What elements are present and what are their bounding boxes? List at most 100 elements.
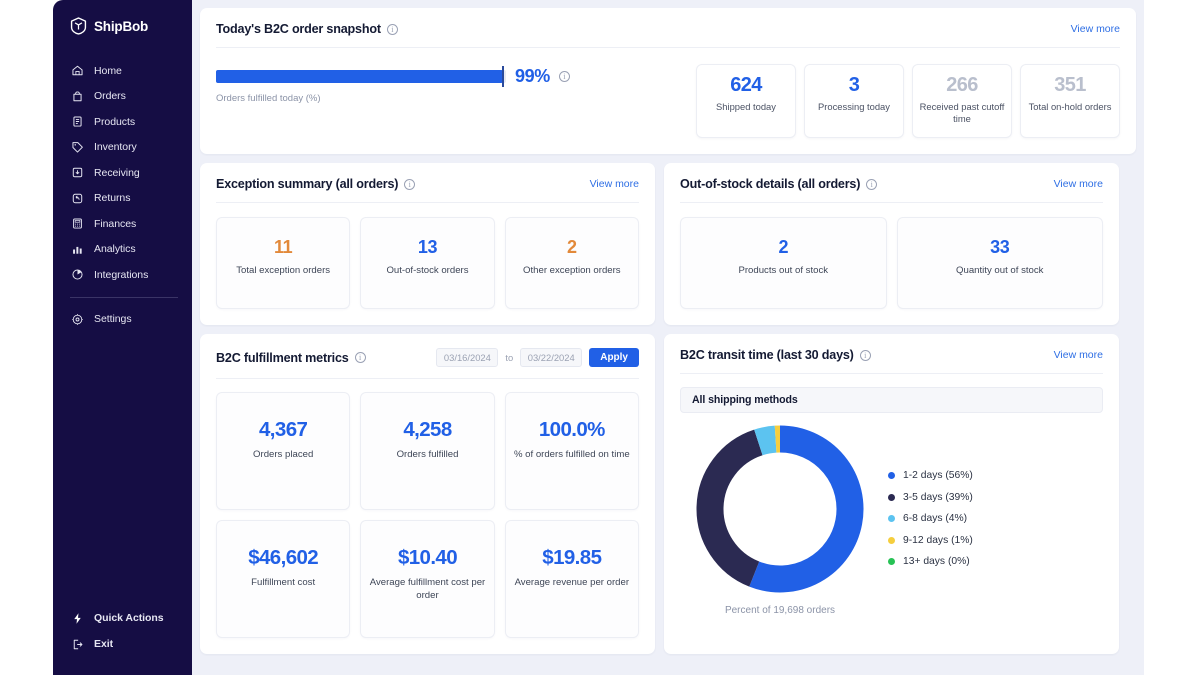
metric-label: % of orders fulfilled on time <box>513 448 630 460</box>
donut-slice[interactable] <box>754 426 777 456</box>
exception-card-out-of-stock[interactable]: 13 Out-of-stock orders <box>360 217 495 310</box>
document-list-icon <box>73 116 82 127</box>
out-of-stock-card-quantity[interactable]: 33 Quantity out of stock <box>896 217 1103 310</box>
legend-label: 13+ days (0%) <box>903 556 970 568</box>
snapshot-view-more-link[interactable]: View more <box>1071 23 1120 35</box>
date-from-input[interactable]: 03/16/2024 <box>436 348 499 368</box>
snapshot-stat-strip: 624 Shipped today 3 Processing today 266… <box>696 62 1120 139</box>
panel-title: Out-of-stock details (all orders) <box>680 177 861 192</box>
sidebar-item-label: Integrations <box>94 268 149 281</box>
stat-card-received-past-cutoff[interactable]: 266 Received past cutoff time <box>912 64 1012 139</box>
legend-item[interactable]: 3-5 days (39%) <box>888 492 973 503</box>
legend-item[interactable]: 13+ days (0%) <box>888 556 973 567</box>
metric-value: $46,602 <box>248 546 319 570</box>
card-label: Other exception orders <box>523 265 621 277</box>
stat-value: 351 <box>1054 74 1086 96</box>
sidebar-item-label: Returns <box>94 192 131 205</box>
sidebar-item-label: Analytics <box>94 243 136 256</box>
metric-card-avg-revenue-per-order[interactable]: $19.85 Average revenue per order <box>504 520 639 639</box>
metric-card-fulfillment-cost[interactable]: $46,602 Fulfillment cost <box>216 520 351 639</box>
card-label: Products out of stock <box>738 265 829 277</box>
info-icon[interactable]: i <box>354 352 366 364</box>
metric-label: Orders placed <box>253 448 314 460</box>
metric-card-orders-fulfilled[interactable]: 4,258 Orders fulfilled <box>360 392 495 511</box>
info-icon[interactable]: i <box>558 71 570 82</box>
shipping-method-select[interactable]: All shipping methods <box>680 387 1103 414</box>
donut-legend: 1-2 days (56%) 3-5 days (39%) 6-8 days (4%… <box>880 470 973 567</box>
info-icon[interactable]: i <box>859 349 871 361</box>
exception-summary-panel: Exception summary (all orders) i View mo… <box>200 163 655 326</box>
card-value: 2 <box>778 237 789 258</box>
sidebar-item-label: Finances <box>94 217 137 230</box>
metric-value: $10.40 <box>397 546 458 570</box>
legend-label: 6-8 days (4%) <box>903 513 968 525</box>
sidebar: ShipBob Home Orders Products Inventory R… <box>53 0 192 675</box>
sidebar-item-exit[interactable]: Exit <box>53 631 192 657</box>
transit-time-chart-area: Percent of 19,698 orders 1-2 days (56%) 3… <box>680 413 1103 616</box>
sidebar-item-receiving[interactable]: Receiving <box>53 160 192 186</box>
legend-label: 1-2 days (56%) <box>903 470 973 482</box>
sidebar-item-products[interactable]: Products <box>53 109 192 135</box>
exception-cards: 11 Total exception orders 13 Out-of-stoc… <box>216 203 639 310</box>
info-icon[interactable]: i <box>386 23 398 35</box>
transit-view-more-link[interactable]: View more <box>1054 349 1103 361</box>
bag-icon <box>73 91 82 101</box>
info-icon[interactable]: i <box>404 178 416 190</box>
legend-label: 9-12 days (1%) <box>903 534 973 546</box>
card-value: 33 <box>990 237 1010 258</box>
sidebar-item-settings[interactable]: Settings <box>53 307 192 333</box>
second-row: Exception summary (all orders) i View mo… <box>200 163 1136 326</box>
sidebar-item-inventory[interactable]: Inventory <box>53 135 192 161</box>
info-icon[interactable]: i <box>866 178 878 190</box>
metric-value: 100.0% <box>538 418 606 442</box>
sidebar-item-label: Quick Actions <box>94 612 164 624</box>
out-of-stock-view-more-link[interactable]: View more <box>1054 178 1103 190</box>
sidebar-item-analytics[interactable]: Analytics <box>53 237 192 263</box>
fulfillment-metrics-header: B2C fulfillment metrics i 03/16/2024 to … <box>216 348 639 380</box>
shipbob-shield-icon <box>70 17 87 35</box>
sidebar-item-label: Receiving <box>94 166 140 179</box>
legend-item[interactable]: 1-2 days (56%) <box>888 470 973 481</box>
metric-value: $19.85 <box>542 546 602 570</box>
gear-icon <box>72 313 83 325</box>
sidebar-item-integrations[interactable]: Integrations <box>53 262 192 288</box>
legend-item[interactable]: 9-12 days (1%) <box>888 535 973 546</box>
sidebar-item-label: Home <box>94 64 122 77</box>
legend-item[interactable]: 6-8 days (4%) <box>888 513 973 524</box>
sidebar-bottom-nav: Quick Actions Exit <box>53 605 192 675</box>
metric-card-orders-placed[interactable]: 4,367 Orders placed <box>216 392 351 511</box>
sidebar-item-orders[interactable]: Orders <box>53 84 192 110</box>
pie-slice-icon <box>72 269 83 280</box>
exception-card-other[interactable]: 2 Other exception orders <box>504 217 639 310</box>
metric-card-avg-cost-per-order[interactable]: $10.40 Average fulfillment cost per orde… <box>360 520 495 639</box>
logout-icon <box>73 639 83 649</box>
date-to-input[interactable]: 03/22/2024 <box>520 348 583 368</box>
metric-value: 4,367 <box>259 418 308 442</box>
donut-slice[interactable] <box>696 430 764 588</box>
donut-slice[interactable] <box>749 425 864 593</box>
sidebar-item-returns[interactable]: Returns <box>53 186 192 212</box>
legend-color-dot <box>888 558 895 566</box>
sidebar-item-label: Products <box>94 115 136 128</box>
stat-label: Total on-hold orders <box>1028 101 1112 112</box>
metric-card-on-time-percent[interactable]: 100.0% % of orders fulfilled on time <box>504 392 639 511</box>
metric-value: 4,258 <box>403 418 452 442</box>
third-row: B2C fulfillment metrics i 03/16/2024 to … <box>200 334 1136 655</box>
sidebar-item-finances[interactable]: Finances <box>53 211 192 237</box>
transit-time-header: B2C transit time (last 30 days) i View m… <box>680 348 1103 375</box>
stat-card-processing-today[interactable]: 3 Processing today <box>804 64 904 139</box>
card-value: 11 <box>274 237 293 258</box>
out-of-stock-card-products[interactable]: 2 Products out of stock <box>680 217 887 310</box>
sidebar-item-home[interactable]: Home <box>53 58 192 84</box>
progress-percent-label: 99% <box>515 66 550 86</box>
stat-card-shipped-today[interactable]: 624 Shipped today <box>696 64 796 139</box>
sidebar-item-quick-actions[interactable]: Quick Actions <box>53 605 192 631</box>
brand[interactable]: ShipBob <box>53 14 192 38</box>
tag-icon <box>72 141 83 153</box>
metric-label: Average revenue per order <box>514 576 630 588</box>
legend-color-dot <box>888 515 895 523</box>
apply-button[interactable]: Apply <box>589 348 639 368</box>
stat-card-total-on-hold[interactable]: 351 Total on-hold orders <box>1020 64 1120 139</box>
exception-view-more-link[interactable]: View more <box>590 178 639 190</box>
exception-card-total[interactable]: 11 Total exception orders <box>216 217 351 310</box>
